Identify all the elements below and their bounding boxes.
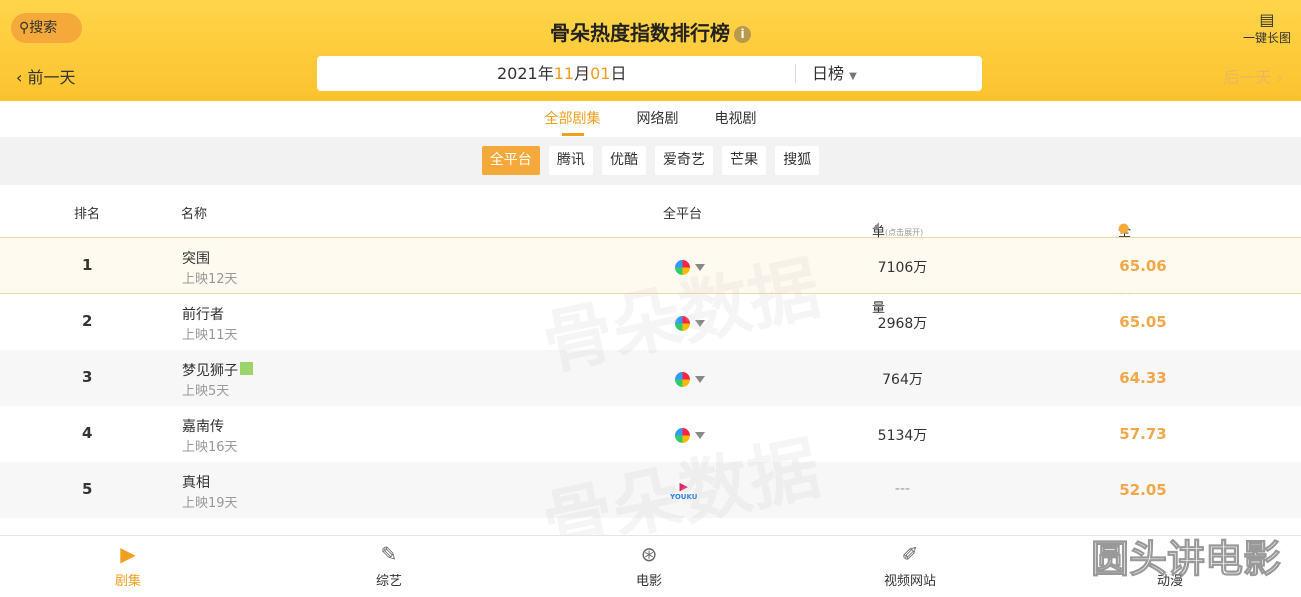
daily-plays: 764万	[882, 372, 923, 388]
nav-video-sites[interactable]: ✐ 视频网站	[870, 542, 950, 589]
brush-icon: ✐	[901, 542, 919, 566]
divider	[795, 64, 796, 83]
nav-label: 综艺	[375, 574, 402, 589]
long-image-label: 一键长图	[1242, 31, 1291, 45]
days-released: 上映16天	[182, 440, 238, 455]
name-text: 嘉南传	[182, 419, 224, 435]
help-icon[interactable]: ●	[1118, 221, 1129, 236]
rank: 1	[82, 256, 93, 274]
nav-label: 电影	[635, 574, 662, 589]
platform-mango[interactable]: 芒果	[722, 146, 767, 175]
days-released: 上映12天	[182, 272, 238, 287]
nav-label: 视频网站	[883, 574, 936, 589]
tab-web[interactable]: 网络剧	[637, 101, 679, 137]
heat-score: 64.33	[1119, 369, 1167, 387]
name-text: 梦见狮子	[182, 363, 238, 379]
next-day-button[interactable]: 后一天 ›	[1224, 64, 1284, 88]
year: 2021年	[497, 64, 554, 83]
header-plays-sub[interactable]: (点击展开)	[885, 227, 923, 238]
table-header: 排名 名称 全平台 单日播放量◢ (点击展开) 全网热度●	[0, 185, 1301, 316]
new-badge-icon	[240, 362, 253, 375]
rank: 5	[82, 480, 93, 498]
heat-score: 57.73	[1119, 425, 1167, 443]
name-text: 前行者	[182, 307, 224, 323]
date-picker[interactable]: 2021年11月01日	[497, 56, 626, 91]
rank: 4	[82, 424, 93, 442]
header-platform: 全平台	[663, 207, 703, 222]
month: 11	[553, 64, 575, 83]
days-released: 上映19天	[182, 496, 238, 511]
platform-youku[interactable]: 优酷	[601, 146, 646, 175]
drama-name[interactable]: 真相	[182, 472, 210, 492]
period-select[interactable]: 日榜 ▼	[812, 56, 857, 94]
tab-tv[interactable]: 电视剧	[715, 101, 757, 137]
corner-watermark: 圆头讲电影	[1090, 537, 1281, 582]
prev-day-button[interactable]: ‹ 前一天	[16, 64, 76, 88]
nav-drama[interactable]: ▶ 剧集	[88, 542, 168, 589]
platform-tencent[interactable]: 腾讯	[548, 146, 593, 175]
caret-down-icon[interactable]	[695, 376, 705, 388]
platform-sohu[interactable]: 搜狐	[775, 146, 820, 175]
sort-icon: ◢	[872, 221, 879, 231]
drama-name[interactable]: 嘉南传	[182, 416, 224, 436]
nav-label: 剧集	[114, 574, 141, 589]
category-tabs: 全部剧集 网络剧 电视剧	[0, 101, 1301, 137]
long-image-button[interactable]: ▤ 一键长图	[1243, 10, 1291, 46]
title-text: 骨朵热度指数排行榜	[550, 21, 730, 45]
document-icon: ▤	[1259, 10, 1275, 29]
heat-score: 52.05	[1119, 481, 1167, 499]
film-reel-icon: ⊛	[640, 542, 658, 566]
daily-plays: 2968万	[877, 316, 928, 332]
header-rank: 排名	[74, 207, 101, 222]
name-text: 突围	[182, 251, 210, 267]
days-released: 上映11天	[182, 328, 238, 343]
nav-variety[interactable]: ✎ 综艺	[349, 542, 429, 589]
drama-name[interactable]: 前行者	[182, 304, 224, 324]
prev-label: 前一天	[27, 68, 76, 87]
days-released: 上映5天	[182, 384, 230, 399]
tab-all[interactable]: 全部剧集	[545, 101, 601, 137]
rank: 3	[82, 368, 93, 386]
day-unit: 日	[610, 64, 627, 83]
month-unit: 月	[574, 64, 591, 83]
platform-filter: 全平台 腾讯 优酷 爱奇艺 芒果 搜狐	[0, 137, 1301, 185]
header: ⚲搜索 骨朵热度指数排行榜 i ▤ 一键长图 ‹ 前一天 后一天 › 2021年11…	[0, 0, 1301, 101]
drama-name[interactable]: 突围	[182, 248, 210, 268]
caret-down-icon: ▼	[849, 71, 857, 82]
platform-all[interactable]: 全平台	[481, 146, 540, 175]
tv-play-icon: ▶	[120, 542, 136, 566]
day: 01	[590, 64, 611, 83]
next-label: 后一天	[1223, 68, 1272, 87]
page-title: 骨朵热度指数排行榜 i	[0, 17, 1301, 46]
heat-score: 65.06	[1119, 257, 1167, 275]
nav-movie[interactable]: ⊛ 电影	[609, 542, 689, 589]
heat-score: 65.05	[1119, 313, 1167, 331]
all-platform-icon	[675, 372, 690, 387]
rank: 2	[82, 312, 93, 330]
platform-iqiyi[interactable]: 爱奇艺	[655, 146, 714, 175]
header-name: 名称	[181, 207, 208, 222]
daily-plays: 5134万	[877, 428, 928, 444]
magic-wand-icon: ✎	[380, 542, 398, 566]
daily-plays: ---	[894, 481, 911, 497]
date-selector[interactable]: 2021年11月01日 日榜 ▼	[317, 56, 982, 91]
drama-name[interactable]: 梦见狮子	[182, 360, 253, 380]
name-text: 真相	[182, 475, 210, 491]
info-icon[interactable]: i	[734, 26, 751, 43]
daily-plays: 7106万	[877, 260, 928, 276]
period-label: 日榜	[812, 64, 845, 83]
